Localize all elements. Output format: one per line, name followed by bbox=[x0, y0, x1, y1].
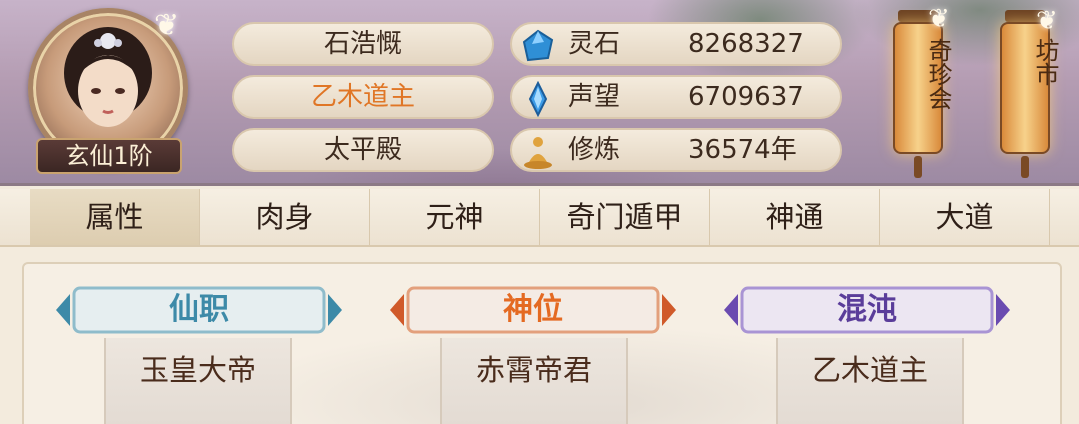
tab-bar: 属性 肉身 元神 奇门遁甲 神通 大道 bbox=[0, 189, 1079, 247]
tab-divine-powers[interactable]: 神通 bbox=[710, 189, 880, 245]
tab-qimen-dunjia[interactable]: 奇门遁甲 bbox=[540, 189, 710, 245]
lantern-label: 坊市 bbox=[1031, 38, 1059, 86]
resource-cultivation: 修炼 36574年 bbox=[510, 128, 842, 172]
resource-label: 灵石 bbox=[568, 29, 621, 59]
rank-badge: 玄仙1阶 bbox=[36, 138, 182, 174]
tab-great-dao[interactable]: 大道 bbox=[880, 189, 1050, 245]
attribute-value: 玉皇大帝 bbox=[104, 338, 292, 424]
resource-spirit-stone: 灵石 8268327 bbox=[510, 22, 842, 66]
attribute-label: 神位 bbox=[503, 292, 563, 327]
player-header: ❦ 玄仙1阶 石浩慨 乙木道主 太平殿 灵石 8268327 声望 670963… bbox=[0, 0, 1079, 186]
resource-value: 6709637 bbox=[688, 82, 804, 112]
resource-reputation: 声望 6709637 bbox=[510, 75, 842, 119]
player-palace: 太平殿 bbox=[232, 128, 494, 172]
tab-spirit[interactable]: 元神 bbox=[370, 189, 540, 245]
resource-value: 8268327 bbox=[688, 29, 804, 59]
meditation-icon bbox=[524, 137, 552, 169]
butterfly-icon: ❦ bbox=[154, 8, 180, 43]
resource-label: 声望 bbox=[568, 82, 621, 112]
lantern-label: 奇珍会 bbox=[924, 38, 952, 110]
resource-value: 36574年 bbox=[688, 135, 797, 165]
attribute-value: 赤霄帝君 bbox=[440, 338, 628, 424]
player-name: 石浩慨 bbox=[232, 22, 494, 66]
spirit-stone-icon bbox=[522, 29, 554, 62]
attribute-title-divine-seat: 神位 bbox=[390, 284, 676, 336]
attribute-title-immortal-post: 仙职 bbox=[56, 284, 342, 336]
butterfly-icon: ❦ bbox=[928, 4, 950, 34]
reputation-crystal-icon bbox=[528, 81, 548, 117]
treasure-fair-lantern-button[interactable]: 奇珍会 bbox=[893, 10, 952, 178]
butterfly-icon: ❦ bbox=[1036, 6, 1058, 36]
tab-body[interactable]: 肉身 bbox=[200, 189, 370, 245]
resource-label: 修炼 bbox=[568, 135, 621, 165]
tab-attributes[interactable]: 属性 bbox=[30, 189, 200, 245]
player-title: 乙木道主 bbox=[232, 75, 494, 119]
attribute-title-chaos: 混沌 bbox=[724, 284, 1010, 336]
attribute-label: 混沌 bbox=[837, 292, 897, 327]
attribute-label: 仙职 bbox=[169, 292, 229, 327]
attribute-value: 乙木道主 bbox=[776, 338, 964, 424]
